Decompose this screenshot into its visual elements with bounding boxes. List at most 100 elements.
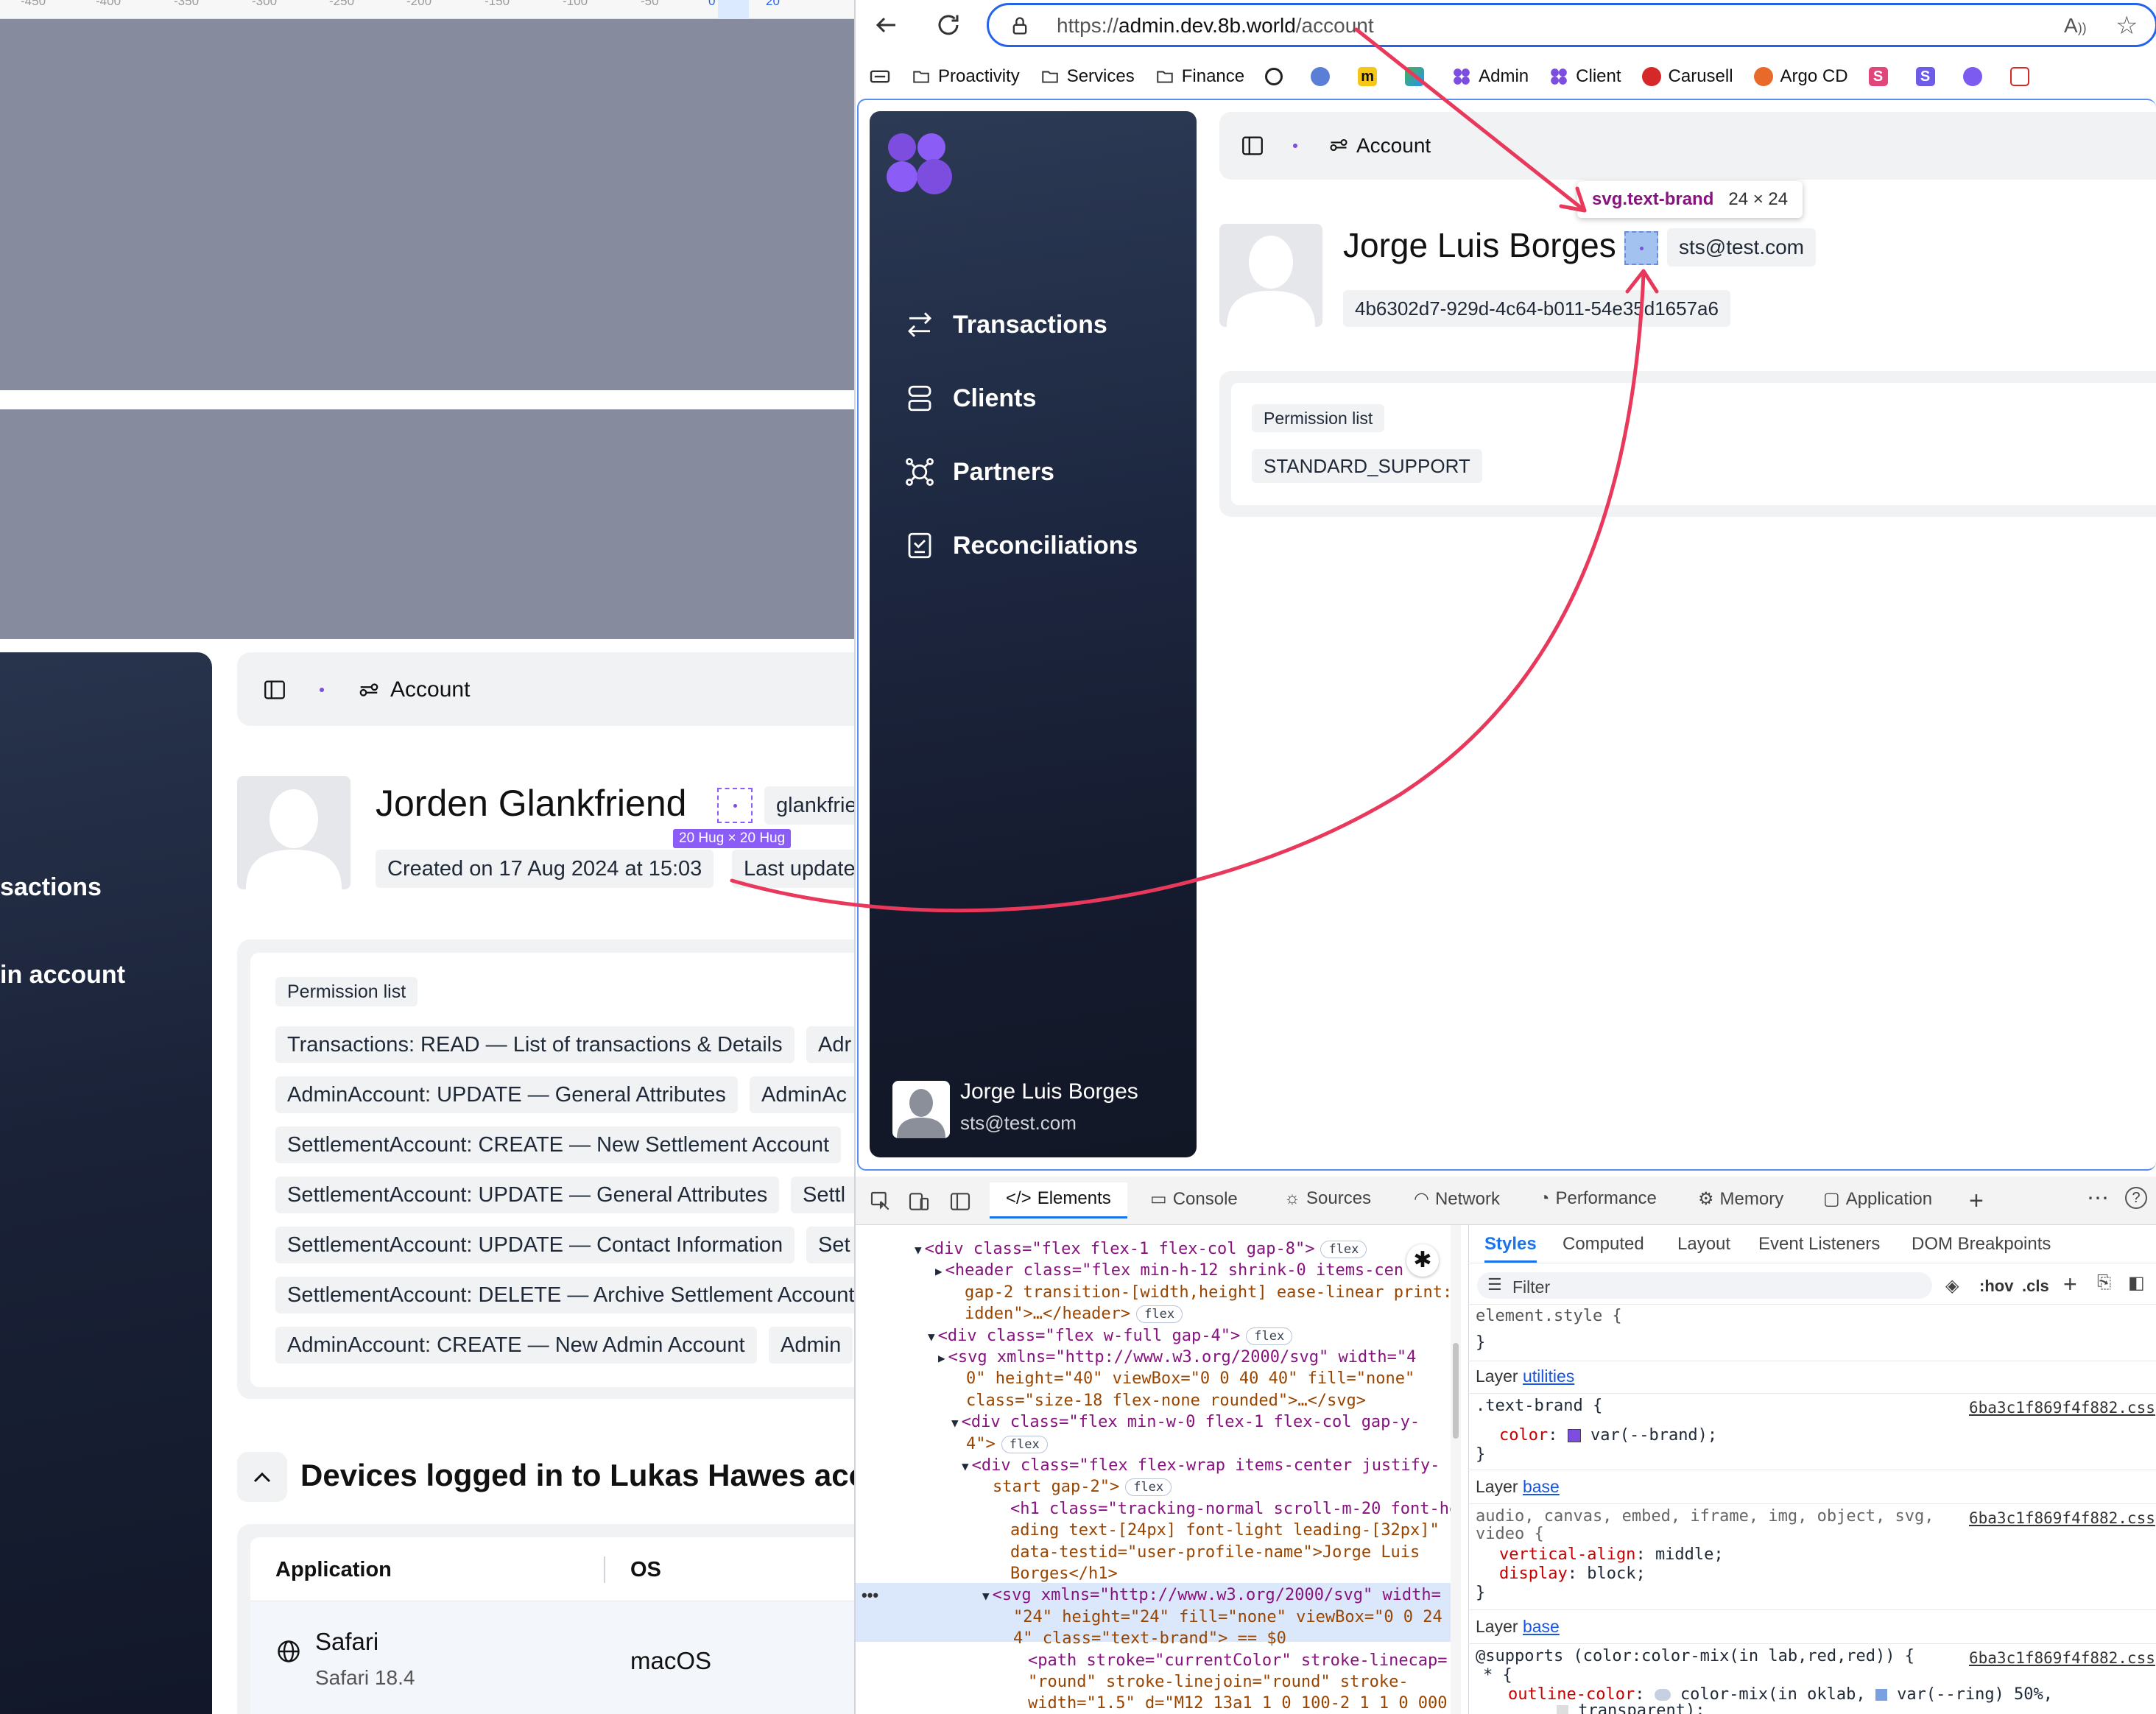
flex-badge[interactable]: flex (1001, 1435, 1048, 1453)
user-footer[interactable]: Jorge Luis Borges sts@test.com (892, 1078, 1187, 1140)
dom-node-line[interactable]: width="1.5" d="M12 13a1 1 0 100-2 1 1 0 … (1028, 1693, 1448, 1714)
layers-icon[interactable]: ◈ (1945, 1275, 1959, 1297)
styles-tab-event-listeners[interactable]: Event Listeners (1758, 1234, 1880, 1255)
bookmark-carusell[interactable]: Carusell (1641, 66, 1733, 87)
expand-caret-icon[interactable]: ▶ (935, 1264, 943, 1278)
devices-col-application[interactable]: Application (275, 1558, 392, 1582)
expand-caret-icon[interactable]: ▼ (962, 1459, 969, 1473)
dom-node-line[interactable]: <path stroke="currentColor" stroke-linec… (1028, 1650, 1448, 1671)
bookmark-argo-cd[interactable]: Argo CD (1753, 66, 1848, 87)
dom-node-line[interactable]: 0" height="40" viewBox="0 0 40 40" fill=… (966, 1368, 1415, 1389)
filter-input[interactable]: ☰ Filter (1477, 1272, 1932, 1299)
dom-ellipsis-icon[interactable]: ••• (862, 1586, 878, 1605)
computed-styles-toggle-icon[interactable]: ⎘ (2097, 1272, 2111, 1293)
favorite-star-icon[interactable]: ☆ (2116, 11, 2138, 40)
help-icon[interactable]: ? (2125, 1187, 2147, 1209)
bookmark-openai-icon[interactable] (1265, 68, 1290, 85)
flex-badge[interactable]: flex (1136, 1305, 1183, 1324)
dom-node-line[interactable]: Borges</h1> (1010, 1563, 1118, 1584)
left-nav-item-admin-account[interactable]: in account (0, 961, 125, 990)
dom-node-line[interactable]: "round" stroke-linejoin="round" stroke- (1028, 1671, 1409, 1693)
cls-toggle[interactable]: .cls (2022, 1277, 2049, 1296)
accessibility-icon[interactable]: ✱ (1406, 1244, 1439, 1277)
css-source-link[interactable]: 6ba3c1f869f4f882.css (1969, 1399, 2155, 1417)
dom-node-line[interactable]: class="size-18 flex-none rounded">…</svg… (966, 1390, 1366, 1411)
expand-caret-icon[interactable]: ▼ (982, 1589, 990, 1603)
dom-node-line[interactable]: ▼ <div class="flex min-w-0 flex-1 flex-co… (951, 1411, 1420, 1433)
dom-node-line[interactable]: ▼ <div class="flex w-full gap-4"> flex (928, 1325, 1293, 1347)
tab-actions-icon[interactable] (869, 68, 891, 85)
bookmark-admin[interactable]: Admin (1452, 66, 1529, 87)
address-bar[interactable]: https://admin.dev.8b.world/account A)) ☆ (987, 3, 2156, 47)
dom-node-line[interactable]: gap-2 transition-[width,height] ease-lin… (965, 1282, 1451, 1303)
more-tabs-plus-icon[interactable]: + (1969, 1187, 1984, 1216)
new-rule-plus-icon[interactable]: + (2063, 1271, 2077, 1298)
hov-toggle[interactable]: :hov (1979, 1277, 2013, 1296)
sidebar-toggle-icon[interactable]: ◧ (2128, 1272, 2145, 1294)
sidebar-toggle-icon[interactable] (1240, 133, 1265, 158)
collapse-chevron-icon[interactable] (237, 1452, 287, 1502)
flex-badge[interactable]: flex (1246, 1327, 1293, 1345)
rule-base-decl-1[interactable]: vertical-align: middle; (1499, 1545, 1724, 1565)
rule-base-selector[interactable]: audio, canvas, embed, iframe, img, objec… (1476, 1506, 1934, 1527)
dom-node-line[interactable]: ading text-[24px] font-light leading-[32… (1010, 1520, 1440, 1541)
element-style-rule[interactable]: element.style { (1476, 1306, 1622, 1327)
devtools-tab-elements[interactable]: </> Elements (990, 1182, 1127, 1219)
dom-node-line[interactable]: <h1 class="tracking-normal scroll-m-20 f… (1010, 1498, 1451, 1520)
bookmark-finance[interactable]: Finance (1155, 66, 1244, 87)
rule-text-brand-selector[interactable]: .text-brand { (1476, 1396, 1602, 1417)
bookmark-s-purple-icon[interactable]: S (1915, 67, 1942, 86)
sidebar-toggle-icon[interactable] (262, 677, 287, 702)
lock-icon[interactable] (1010, 15, 1030, 36)
reload-icon[interactable] (935, 12, 962, 38)
devtools-tab-console[interactable]: ▭ Console (1150, 1188, 1238, 1210)
inspect-element-icon[interactable] (869, 1190, 892, 1213)
dom-node-line[interactable]: data-testid="user-profile-name">Jorge Lu… (1010, 1542, 1420, 1563)
devtools-tab-performance[interactable]: ◔ Performance (1539, 1188, 1657, 1209)
bookmark-chat-icon[interactable] (1962, 67, 1990, 86)
brand-logo[interactable] (886, 131, 955, 194)
devtools-tab-network[interactable]: ◠ Network (1414, 1188, 1500, 1210)
flex-badge[interactable]: flex (1125, 1478, 1172, 1497)
left-brand-icon-selection[interactable] (717, 788, 753, 823)
dom-node-line[interactable]: ▶ <header class="flex min-h-12 shrink-0 i… (935, 1260, 1403, 1282)
bookmark-m-icon[interactable]: m (1358, 67, 1384, 86)
devtools-tab-memory[interactable]: ⚙ Memory (1698, 1188, 1783, 1210)
expand-caret-icon[interactable]: ▼ (915, 1243, 922, 1257)
expand-caret-icon[interactable]: ▼ (928, 1330, 935, 1344)
dom-node-line[interactable]: ▶ <svg xmlns="http://www.w3.org/2000/svg"… (938, 1347, 1416, 1369)
flex-badge[interactable]: flex (1320, 1241, 1367, 1258)
css-source-link[interactable]: 6ba3c1f869f4f882.css (1969, 1649, 2155, 1667)
dock-side-icon[interactable] (948, 1190, 972, 1213)
bookmark-map-icon[interactable] (1405, 67, 1431, 86)
bookmark-proactivity[interactable]: Proactivity (912, 66, 1020, 87)
bookmark-client[interactable]: Client (1549, 66, 1621, 87)
devtools-tab-sources[interactable]: ☼ Sources (1284, 1188, 1371, 1209)
css-source-link[interactable]: 6ba3c1f869f4f882.css (1969, 1509, 2155, 1527)
brand-svg-icon[interactable] (1624, 231, 1658, 265)
back-arrow-icon[interactable] (873, 12, 900, 38)
device-toolbar-icon[interactable] (907, 1190, 931, 1213)
layer-utilities-link[interactable]: utilities (1523, 1366, 1574, 1386)
dom-node-line[interactable]: start gap-2"> flex (993, 1476, 1172, 1498)
layer-base-link[interactable]: base (1523, 1477, 1560, 1496)
left-nav-item-transactions[interactable]: sactions (0, 873, 102, 902)
read-aloud-icon[interactable]: A)) (2064, 14, 2087, 38)
styles-tab-dom-breakpoints[interactable]: DOM Breakpoints (1912, 1234, 2051, 1255)
expand-caret-icon[interactable]: ▼ (951, 1416, 959, 1430)
nav-item-transactions[interactable]: Transactions (904, 309, 1107, 340)
nav-item-clients[interactable]: Clients (904, 383, 1036, 414)
dom-scrollbar[interactable] (1451, 1225, 1461, 1714)
nav-item-partners[interactable]: Partners (904, 456, 1054, 487)
devtools-menu-icon[interactable]: ⋯ (2087, 1185, 2109, 1211)
devtools-tab-application[interactable]: ▢ Application (1823, 1188, 1932, 1210)
dom-node-line[interactable]: "24" height="24" fill="none" viewBox="0 … (1013, 1607, 1451, 1628)
dom-node-line[interactable]: idden">…</header> flex (965, 1303, 1183, 1325)
devices-col-os[interactable]: OS (630, 1558, 661, 1582)
styles-tab-layout[interactable]: Layout (1677, 1234, 1730, 1255)
layer-base-link-2[interactable]: base (1523, 1617, 1560, 1636)
styles-tab-styles[interactable]: Styles (1484, 1234, 1537, 1263)
styles-tab-computed[interactable]: Computed (1563, 1234, 1644, 1255)
rule-supports[interactable]: @supports (color:color-mix(in lab,red,re… (1476, 1646, 1914, 1667)
dom-node-line[interactable]: ▼ <svg xmlns="http://www.w3.org/2000/svg"… (982, 1584, 1441, 1607)
